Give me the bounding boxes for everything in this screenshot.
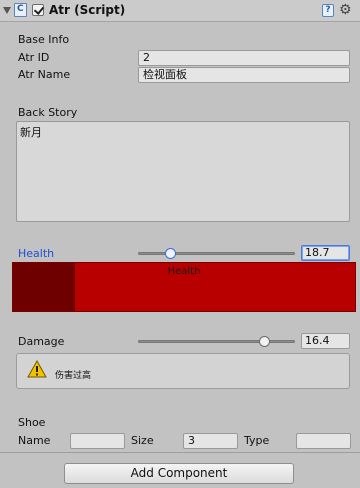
help-icon[interactable]: ?	[322, 4, 334, 17]
atr-name-field[interactable]: 检视面板	[138, 67, 350, 83]
script-icon-letter: C	[17, 4, 24, 14]
enable-checkbox[interactable]	[32, 4, 44, 16]
health-label: Health	[18, 247, 55, 260]
health-slider-track[interactable]	[138, 252, 295, 255]
add-component-button[interactable]: Add Component	[64, 463, 294, 484]
shoe-heading: Shoe	[18, 416, 46, 429]
atr-id-field[interactable]: 2	[138, 50, 350, 66]
damage-warning-text: 伤害过高	[55, 371, 92, 381]
damage-value-field[interactable]: 16.4	[301, 333, 350, 349]
back-story-label: Back Story	[18, 106, 78, 119]
shoe-size-field[interactable]: 3	[183, 433, 238, 449]
damage-slider-thumb[interactable]	[259, 336, 270, 347]
gear-icon[interactable]: ⚙	[339, 2, 352, 18]
damage-warning-box: 伤害过高	[16, 353, 350, 389]
base-info-heading: Base Info	[18, 33, 70, 46]
damage-slider-track[interactable]	[138, 340, 295, 343]
component-title: Atr (Script)	[49, 3, 126, 17]
shoe-name-field[interactable]	[70, 433, 125, 449]
damage-label: Damage	[18, 335, 65, 348]
component-header: C Atr (Script) ? ⚙	[0, 0, 360, 22]
shoe-size-label: Size	[131, 434, 154, 447]
health-bar-label: Health	[167, 266, 201, 277]
shoe-name-label: Name	[18, 434, 51, 447]
health-slider-thumb[interactable]	[165, 248, 176, 259]
warning-icon	[27, 360, 47, 378]
health-bar: Health	[12, 262, 356, 312]
footer-divider	[0, 452, 360, 453]
shoe-type-label: Type	[244, 434, 270, 447]
script-icon: C	[14, 3, 27, 17]
atr-id-label: Atr ID	[18, 51, 50, 64]
health-value-field[interactable]: 18.7	[301, 245, 350, 261]
foldout-arrow-icon[interactable]	[3, 7, 11, 14]
back-story-textarea[interactable]: 新月	[16, 121, 350, 222]
shoe-type-field[interactable]	[296, 433, 351, 449]
atr-name-label: Atr Name	[18, 68, 71, 81]
